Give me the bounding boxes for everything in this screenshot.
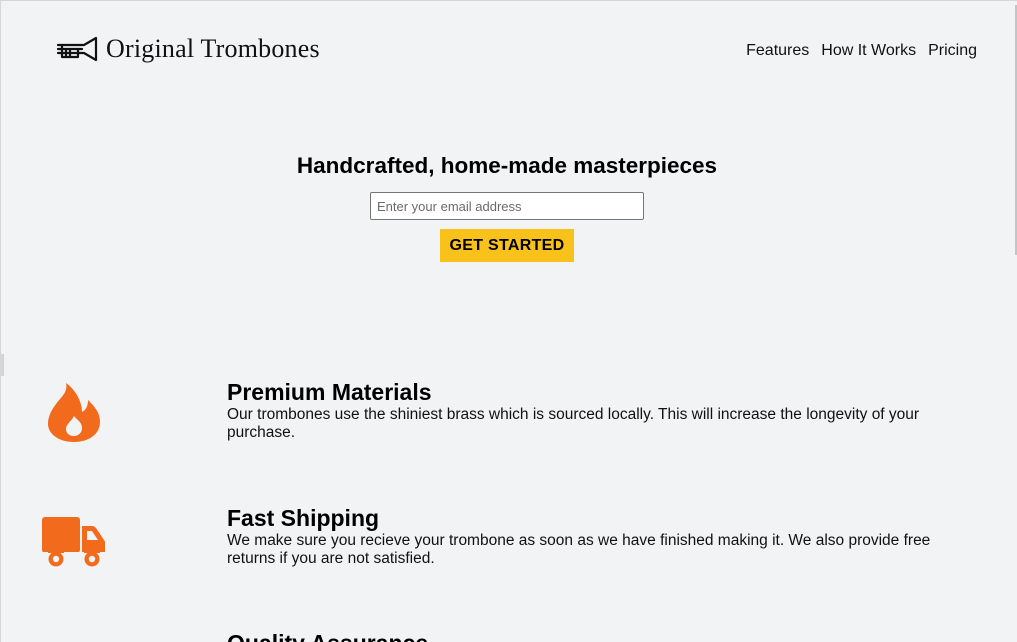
fire-icon xyxy=(41,382,107,442)
nav-link-features[interactable]: Features xyxy=(746,42,809,60)
nav-link-how-it-works[interactable]: How It Works xyxy=(821,42,916,60)
trombone-icon xyxy=(56,35,98,63)
page: Original Trombones Features How It Works… xyxy=(0,0,1017,642)
feature-title: Premium Materials xyxy=(227,379,432,405)
nav-link-pricing[interactable]: Pricing xyxy=(928,42,977,60)
email-input[interactable] xyxy=(370,192,644,220)
logo-text: Original Trombones xyxy=(106,34,320,63)
feature-description: Our trombones use the shiniest brass whi… xyxy=(227,406,920,441)
brand-logo[interactable]: Original Trombones xyxy=(56,34,320,64)
feature-description: We make sure you recieve your trombone a… xyxy=(227,532,931,567)
feature-title: Quality Assurance xyxy=(227,630,428,642)
truck-icon xyxy=(41,517,107,567)
edge-tab xyxy=(1,354,4,376)
feature-title: Fast Shipping xyxy=(227,505,380,531)
get-started-button[interactable]: GET STARTED xyxy=(440,229,574,262)
main-nav: Features How It Works Pricing xyxy=(746,42,977,60)
hero-title: Handcrafted, home-made masterpieces xyxy=(296,153,718,178)
